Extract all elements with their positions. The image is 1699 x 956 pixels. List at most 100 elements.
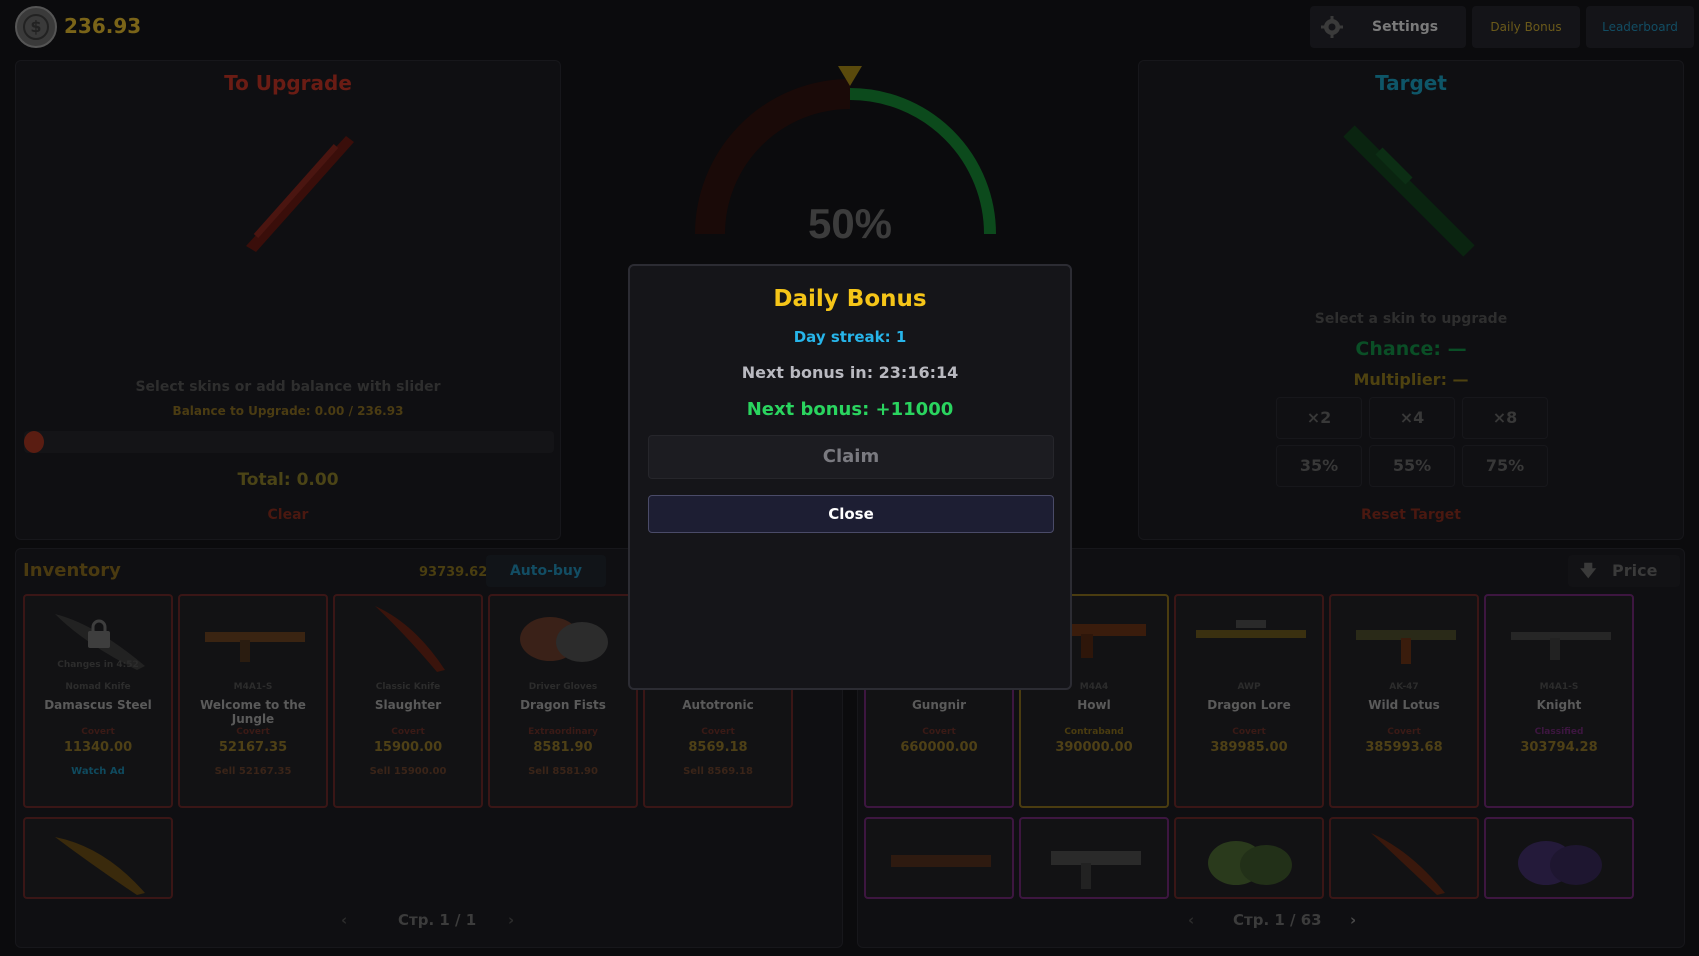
- inventory-next-page-icon[interactable]: ›: [508, 911, 514, 929]
- shop-card[interactable]: [1329, 817, 1479, 899]
- close-button[interactable]: Close: [648, 495, 1054, 533]
- shop-card[interactable]: M4A1-S Knight Classified 303794.28: [1484, 594, 1634, 808]
- day-streak: Day streak: 1: [793, 328, 907, 346]
- clear-button[interactable]: Clear: [16, 507, 560, 523]
- next-bonus-timer: Next bonus in: 23:16:14: [741, 363, 959, 382]
- shop-card[interactable]: AWP Dragon Lore Covert 389985.00: [1174, 594, 1324, 808]
- card-price: 15900.00: [373, 740, 443, 755]
- daily-bonus-button[interactable]: Daily Bonus: [1472, 6, 1580, 48]
- shop-card[interactable]: AK-47 Wild Lotus Covert 385993.68: [1329, 594, 1479, 808]
- upgrade-hint: Select skins or add balance with slider: [135, 379, 441, 395]
- gloves-image: [1208, 841, 1292, 885]
- auto-buy-button[interactable]: Auto-buy: [486, 555, 606, 587]
- card-rarity: Covert: [236, 727, 270, 737]
- shop-card[interactable]: [1019, 817, 1169, 899]
- watch-ad-button[interactable]: Watch Ad: [25, 766, 171, 777]
- shop-card[interactable]: [864, 817, 1014, 899]
- card-rarity: Covert: [1232, 727, 1266, 737]
- multiplier-x4-button[interactable]: ×4: [1369, 397, 1455, 439]
- sell-button[interactable]: Sell 8569.18: [645, 766, 791, 777]
- rifle-image: [1356, 630, 1456, 664]
- card-price: 11340.00: [63, 740, 133, 755]
- gear-icon: [1321, 16, 1343, 38]
- inventory-card[interactable]: Driver Gloves Dragon Fists Extraordinary…: [488, 594, 638, 808]
- inventory-prev-page-icon[interactable]: ‹: [341, 911, 347, 929]
- reset-target-button[interactable]: Reset Target: [1139, 507, 1683, 523]
- card-name: Welcome to the Jungle: [200, 698, 306, 726]
- coin-icon: $: [15, 6, 57, 48]
- gloves-image: [1518, 841, 1602, 885]
- card-price: 303794.28: [1520, 740, 1598, 755]
- sort-price-button[interactable]: 🡇 Price: [1568, 555, 1680, 587]
- card-price: 390000.00: [1055, 740, 1133, 755]
- sell-button[interactable]: Sell 8581.90: [490, 766, 636, 777]
- shop-next-page-icon[interactable]: ›: [1350, 911, 1356, 929]
- shop-page-indicator: Стр. 1 / 63: [1233, 911, 1322, 929]
- target-hint: Select a skin to upgrade: [1314, 311, 1508, 327]
- inventory-card[interactable]: Classic Knife Slaughter Covert 15900.00 …: [333, 594, 483, 808]
- knife-image: [1371, 833, 1445, 895]
- chance-55-button[interactable]: 55%: [1369, 445, 1455, 487]
- card-name: Wild Lotus: [1368, 698, 1440, 712]
- chance-75-button[interactable]: 75%: [1462, 445, 1548, 487]
- gauge-chance-text: 50%: [808, 200, 892, 247]
- rifle-image: [891, 855, 991, 867]
- card-price: 389985.00: [1210, 740, 1288, 755]
- upgrade-total: Total: 0.00: [237, 470, 339, 490]
- lock-timer: Changes in 4:52: [57, 660, 139, 670]
- balance-slider-handle[interactable]: [24, 431, 44, 453]
- gloves-image: [520, 617, 608, 662]
- card-price: 8581.90: [533, 740, 593, 755]
- balance-slider[interactable]: [24, 431, 554, 453]
- card-type: AWP: [1237, 682, 1261, 692]
- card-name: Gungnir: [911, 698, 967, 712]
- claim-button[interactable]: Claim: [648, 435, 1054, 479]
- next-bonus-amount: Next bonus: +11000: [746, 399, 954, 420]
- chance-gauge: 50%: [695, 66, 996, 247]
- target-panel: Target Select a skin to upgrade Chance: …: [1138, 60, 1684, 540]
- shop-prev-page-icon[interactable]: ‹: [1188, 911, 1194, 929]
- target-multiplier: Multiplier: —: [1353, 370, 1469, 389]
- settings-button[interactable]: Settings: [1310, 6, 1466, 48]
- multiplier-x2-button[interactable]: ×2: [1276, 397, 1362, 439]
- target-chance: Chance: —: [1355, 338, 1467, 360]
- knife-placeholder-icon: [246, 136, 354, 252]
- inventory-page-indicator: Стр. 1 / 1: [398, 911, 477, 929]
- daily-bonus-modal: Daily Bonus Day streak: 1 Next bonus in:…: [628, 264, 1072, 690]
- card-price: 52167.35: [218, 740, 288, 755]
- card-price: 8569.18: [688, 740, 748, 755]
- inventory-value: 93739.62: [419, 565, 488, 580]
- target-title: Target: [1375, 71, 1447, 95]
- card-type: Nomad Knife: [65, 682, 131, 692]
- inventory-card[interactable]: M4A1-S Welcome to the Jungle Covert 5216…: [178, 594, 328, 808]
- card-type: Classic Knife: [375, 682, 441, 692]
- inventory-card[interactable]: Changes in 4:52 Nomad Knife Damascus Ste…: [23, 594, 173, 808]
- card-name: Slaughter: [374, 698, 442, 712]
- card-name: Damascus Steel: [44, 698, 152, 712]
- rifle-image: [1511, 632, 1611, 660]
- sell-button[interactable]: Sell 52167.35: [180, 766, 326, 777]
- chance-35-button[interactable]: 35%: [1276, 445, 1362, 487]
- shop-card[interactable]: [1484, 817, 1634, 899]
- sort-down-arrow-icon: 🡇: [1580, 561, 1597, 580]
- multiplier-x8-button[interactable]: ×8: [1462, 397, 1548, 439]
- modal-title: Daily Bonus: [773, 286, 927, 312]
- sniper-image: [1196, 620, 1306, 638]
- balance-amount: 236.93: [64, 14, 142, 38]
- shop-card[interactable]: [1174, 817, 1324, 899]
- card-type: M4A1-S: [1539, 682, 1579, 692]
- inventory-card[interactable]: [23, 817, 173, 899]
- card-name: Dragon Lore: [1207, 698, 1291, 712]
- card-type: AK-47: [1389, 682, 1419, 692]
- sell-button[interactable]: Sell 15900.00: [335, 766, 481, 777]
- card-price: 660000.00: [900, 740, 978, 755]
- card-rarity: Covert: [391, 727, 425, 737]
- leaderboard-button[interactable]: Leaderboard: [1586, 6, 1694, 48]
- upgrade-panel: To Upgrade Select skins or add balance w…: [15, 60, 561, 540]
- sort-label: Price: [1612, 561, 1658, 580]
- knife-image: [55, 837, 145, 895]
- card-type: Driver Gloves: [528, 682, 598, 692]
- knife-image: [375, 606, 445, 672]
- card-rarity: Covert: [701, 727, 735, 737]
- card-rarity: Covert: [81, 727, 115, 737]
